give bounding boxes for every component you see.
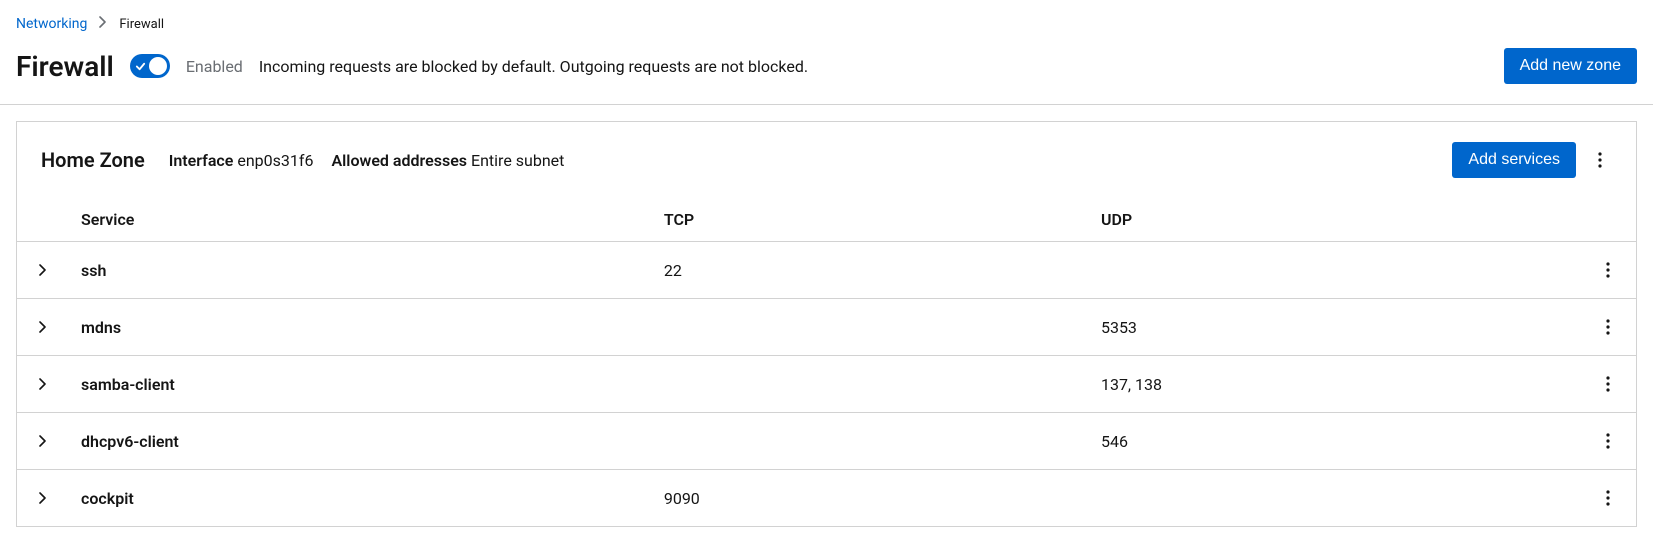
table-row: mdns 5353: [17, 299, 1636, 356]
row-kebab-menu[interactable]: [1596, 256, 1620, 284]
tcp-cell: 22: [652, 242, 1089, 299]
kebab-icon: [1606, 376, 1610, 392]
zone-kebab-menu[interactable]: [1588, 146, 1612, 174]
kebab-icon: [1606, 262, 1610, 278]
th-tcp: TCP: [652, 198, 1089, 242]
tcp-cell: [652, 356, 1089, 413]
row-kebab-menu[interactable]: [1596, 313, 1620, 341]
breadcrumb-current: Firewall: [119, 17, 164, 32]
chevron-right-icon: [39, 435, 47, 447]
th-actions: [1584, 198, 1636, 242]
tcp-cell: [652, 413, 1089, 470]
chevron-right-icon: [99, 16, 107, 32]
status-description: Incoming requests are blocked by default…: [259, 57, 808, 76]
udp-cell: [1089, 242, 1584, 299]
row-kebab-menu[interactable]: [1596, 370, 1620, 398]
kebab-icon: [1606, 433, 1610, 449]
tcp-cell: 9090: [652, 470, 1089, 527]
status-label: Enabled: [186, 57, 243, 76]
kebab-icon: [1606, 490, 1610, 506]
table-row: ssh22: [17, 242, 1636, 299]
service-cell: dhcpv6-client: [69, 413, 652, 470]
chevron-right-icon: [39, 492, 47, 504]
toggle-knob: [149, 57, 167, 75]
chevron-right-icon: [39, 264, 47, 276]
tcp-cell: [652, 299, 1089, 356]
firewall-toggle[interactable]: [130, 54, 170, 78]
service-cell: samba-client: [69, 356, 652, 413]
kebab-icon: [1606, 319, 1610, 335]
expand-row-button[interactable]: [35, 431, 51, 451]
table-row: samba-client 137, 138: [17, 356, 1636, 413]
expand-row-button[interactable]: [35, 374, 51, 394]
expand-row-button[interactable]: [35, 260, 51, 280]
chevron-right-icon: [39, 378, 47, 390]
th-service: Service: [69, 198, 652, 242]
service-cell: mdns: [69, 299, 652, 356]
chevron-right-icon: [39, 321, 47, 333]
udp-cell: 5353: [1089, 299, 1584, 356]
udp-cell: [1089, 470, 1584, 527]
zone-card: Home Zone Interface enp0s31f6 Allowed ad…: [16, 121, 1637, 527]
service-cell: cockpit: [69, 470, 652, 527]
th-udp: UDP: [1089, 198, 1584, 242]
expand-row-button[interactable]: [35, 317, 51, 337]
check-icon: [135, 61, 146, 72]
kebab-icon: [1598, 152, 1602, 168]
th-expand: [17, 198, 69, 242]
interface-value: enp0s31f6: [237, 151, 313, 170]
page-title: Firewall: [16, 50, 114, 83]
services-table: Service TCP UDP ssh22mdns5353samba-clien…: [17, 198, 1636, 526]
table-row: dhcpv6-client 546: [17, 413, 1636, 470]
allowed-value: Entire subnet: [471, 151, 564, 170]
breadcrumb-parent[interactable]: Networking: [16, 16, 87, 32]
add-zone-button[interactable]: Add new zone: [1504, 48, 1637, 84]
page-header: Firewall Enabled Incoming requests are b…: [0, 40, 1653, 105]
udp-cell: 546: [1089, 413, 1584, 470]
allowed-key: Allowed addresses: [331, 151, 467, 170]
add-services-button[interactable]: Add services: [1452, 142, 1576, 178]
expand-row-button[interactable]: [35, 488, 51, 508]
row-kebab-menu[interactable]: [1596, 427, 1620, 455]
zone-header: Home Zone Interface enp0s31f6 Allowed ad…: [17, 122, 1636, 198]
udp-cell: 137, 138: [1089, 356, 1584, 413]
interface-key: Interface: [169, 151, 234, 170]
table-row: cockpit9090: [17, 470, 1636, 527]
breadcrumb: Networking Firewall: [0, 0, 1653, 40]
zone-title: Home Zone: [41, 148, 145, 172]
service-cell: ssh: [69, 242, 652, 299]
